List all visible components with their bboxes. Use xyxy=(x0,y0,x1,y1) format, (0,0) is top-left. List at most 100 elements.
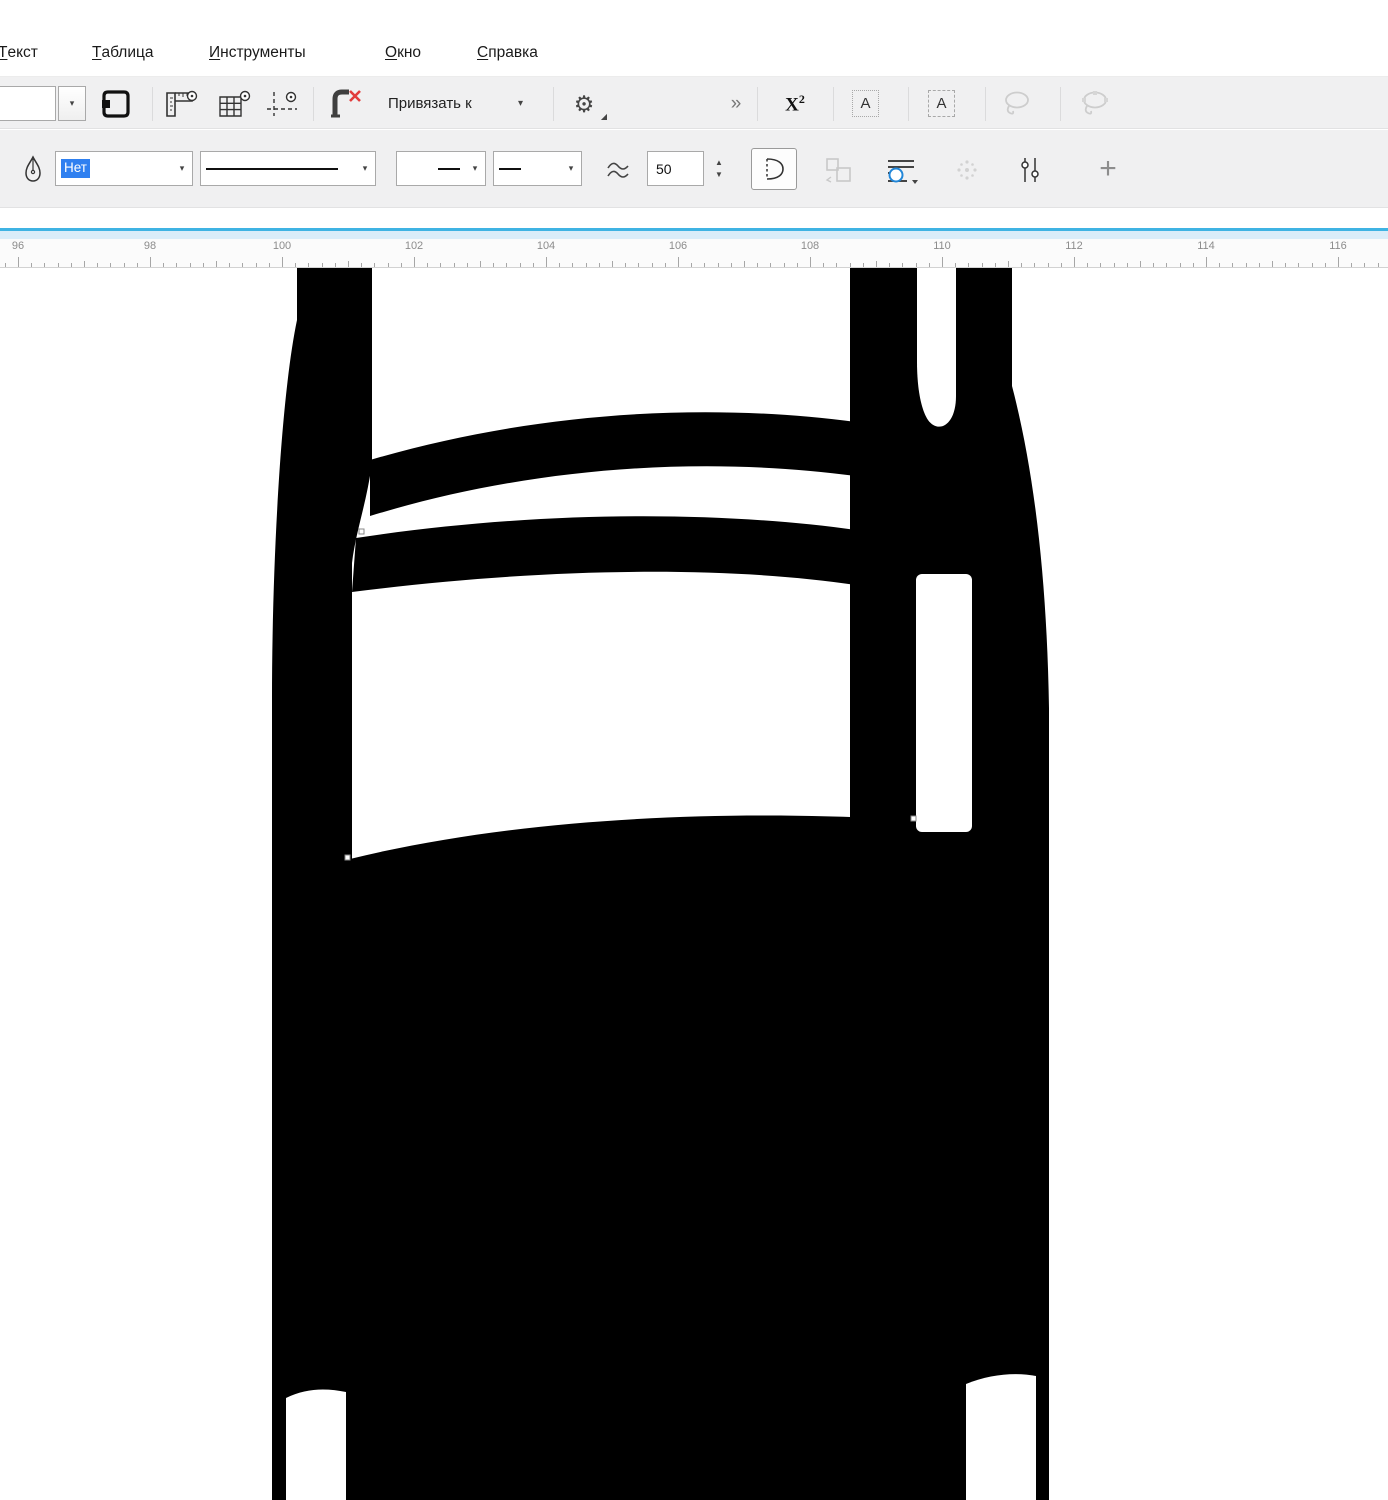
character-kerning-icon[interactable]: A xyxy=(928,90,955,117)
spin-down-icon[interactable]: ▼ xyxy=(715,170,723,179)
pen-nib-icon[interactable] xyxy=(20,154,46,186)
ruler-tick xyxy=(1180,263,1181,267)
outline-width-dropdown-button[interactable]: ▾ xyxy=(172,152,192,185)
ruler-tick xyxy=(190,263,191,267)
ruler-tick xyxy=(586,263,587,267)
ruler-tick xyxy=(348,261,349,267)
snap-to-dropdown[interactable]: ▾ xyxy=(518,77,523,129)
ruler-tick xyxy=(1074,257,1075,267)
ruler-highlight-band xyxy=(0,231,1388,239)
ruler-tick xyxy=(269,263,270,267)
outline-width-combo[interactable]: Нет ▾ xyxy=(55,151,193,186)
lasso-select-icon[interactable] xyxy=(1000,89,1036,119)
zoom-dropdown-button[interactable]: ▾ xyxy=(58,86,86,121)
ruler-tick xyxy=(1087,263,1088,267)
add-property-button[interactable]: + xyxy=(1092,150,1124,188)
adjust-sliders-icon[interactable] xyxy=(1014,154,1046,186)
arrowhead-end-combo[interactable]: ▾ xyxy=(493,151,582,186)
snap-to-label[interactable]: Привязать к xyxy=(388,77,472,129)
ruler-tick xyxy=(308,263,309,267)
ruler-tick xyxy=(1048,263,1049,267)
ruler-tick xyxy=(401,263,402,267)
ruler-tick xyxy=(110,263,111,267)
ruler-tick xyxy=(124,263,125,267)
ruler-tick xyxy=(784,263,785,267)
zoom-level-input[interactable] xyxy=(0,86,56,121)
ruler-tick xyxy=(1008,261,1009,267)
ruler-tick xyxy=(863,263,864,267)
smoothness-input[interactable]: 50 xyxy=(647,151,704,186)
ruler-tick xyxy=(18,257,19,267)
arrowhead-start-dropdown-button[interactable]: ▾ xyxy=(465,152,485,185)
ruler-tick xyxy=(1166,263,1167,267)
line-style-preview xyxy=(201,152,355,185)
wrap-objects-disabled-icon xyxy=(822,155,856,185)
ruler-tick xyxy=(533,263,534,267)
ruler-tick xyxy=(440,263,441,267)
ruler-tick xyxy=(295,263,296,267)
ruler-tick xyxy=(1021,263,1022,267)
arrowhead-start-combo[interactable]: ▾ xyxy=(396,151,486,186)
spin-up-icon[interactable]: ▲ xyxy=(715,158,723,167)
menu-item-help[interactable]: Справка xyxy=(471,30,544,76)
drawn-object-silhouette[interactable] xyxy=(272,268,1049,1500)
ruler-tick xyxy=(889,263,890,267)
menu-item-text[interactable]: Текст xyxy=(0,30,44,76)
ruler-tick xyxy=(902,263,903,267)
toolbar-overflow-chevron[interactable]: » xyxy=(722,88,750,120)
pen-pressure-button[interactable] xyxy=(751,148,797,190)
ruler-tick xyxy=(757,263,758,267)
show-guidelines-icon[interactable] xyxy=(264,88,300,120)
ruler-tick xyxy=(414,257,415,267)
ruler-tick xyxy=(520,263,521,267)
letter-a-box: A xyxy=(928,90,955,117)
ruler-band[interactable]: 9698100102104106108110112114116 xyxy=(0,239,1388,268)
ruler-tick xyxy=(1193,263,1194,267)
ruler-tick xyxy=(968,263,969,267)
superscript-icon[interactable]: X2 xyxy=(773,88,817,120)
ruler-tick xyxy=(454,263,455,267)
ruler-label: 112 xyxy=(1065,240,1083,252)
options-gear-icon[interactable]: ⚙◢ xyxy=(568,90,600,118)
wrap-paragraph-text-icon[interactable] xyxy=(884,154,920,186)
ruler-tick xyxy=(5,263,6,267)
snap-off-icon[interactable] xyxy=(328,87,364,121)
line-style-swatch xyxy=(206,168,338,170)
menu-label: правка xyxy=(488,44,538,62)
horizontal-ruler[interactable]: 9698100102104106108110112114116 xyxy=(0,228,1388,268)
ruler-tick xyxy=(1114,263,1115,267)
plus-icon: + xyxy=(1099,152,1117,186)
ruler-tick xyxy=(731,263,732,267)
drawing-canvas-svg[interactable] xyxy=(0,268,1388,1500)
menu-item-window[interactable]: Окно xyxy=(379,30,427,76)
ruler-tick xyxy=(256,263,257,267)
ruler-tick xyxy=(1100,263,1101,267)
canvas[interactable] xyxy=(0,268,1388,1500)
ruler-tick xyxy=(810,257,811,267)
ruler-tick xyxy=(916,263,917,267)
font-properties-icon[interactable]: A xyxy=(852,90,879,117)
line-style-combo[interactable]: ▾ xyxy=(200,151,376,186)
arrowhead-swatch xyxy=(438,168,460,170)
arrowhead-end-dropdown-button[interactable]: ▾ xyxy=(561,152,581,185)
arrowhead-swatch xyxy=(499,168,521,170)
chevron-down-icon: ◢ xyxy=(601,113,607,121)
ruler-tick xyxy=(770,263,771,267)
show-rulers-icon[interactable] xyxy=(163,88,199,120)
menu-item-tools[interactable]: Инструменты xyxy=(203,30,312,76)
ruler-tick xyxy=(1325,263,1326,267)
app-window: Текст Таблица Инструменты Окно Справка ▾… xyxy=(0,0,1388,1500)
ruler-tick xyxy=(335,263,336,267)
outline-width-value[interactable]: Нет xyxy=(56,152,172,185)
ruler-tick xyxy=(1298,263,1299,267)
line-style-dropdown-button[interactable]: ▾ xyxy=(355,152,375,185)
ruler-tick xyxy=(612,261,613,267)
show-grid-icon[interactable] xyxy=(216,88,252,120)
smoothness-value: 50 xyxy=(656,161,672,177)
menu-item-table[interactable]: Таблица xyxy=(86,30,159,76)
lasso-nodes-icon[interactable] xyxy=(1078,89,1114,119)
menu-mnemonic: Т xyxy=(92,44,101,62)
smoothness-spinner[interactable]: ▲▼ xyxy=(708,151,730,186)
ruler-tick xyxy=(929,263,930,267)
page-frame-icon[interactable] xyxy=(100,88,132,120)
